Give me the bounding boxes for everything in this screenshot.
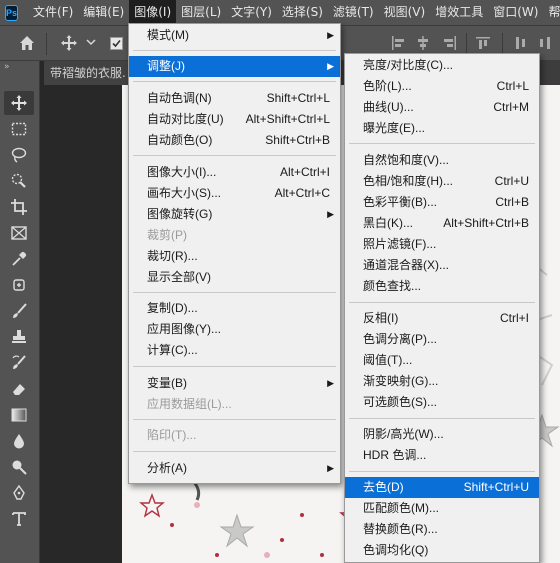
move-tool-icon[interactable] [60,34,78,56]
chevron-down-icon[interactable] [86,36,96,54]
menu-help[interactable]: 帮 [543,0,560,25]
menu-item-match-color[interactable]: 匹配颜色(M)... [345,498,539,519]
menu-file[interactable]: 文件(F) [28,0,78,25]
eraser-tool-icon[interactable] [4,377,34,401]
pen-tool-icon[interactable] [4,481,34,505]
menu-item-replace-color[interactable]: 替换颜色(R)... [345,519,539,540]
eyedropper-tool-icon[interactable] [4,247,34,271]
menu-item-apply-image[interactable]: 应用图像(Y)... [129,319,340,340]
menu-item-auto-tone[interactable]: 自动色调(N) Shift+Ctrl+L [129,88,340,109]
photoshop-logo: Ps [5,4,19,21]
menu-item-auto-contrast[interactable]: 自动对比度(U) Alt+Shift+Ctrl+L [129,109,340,130]
menu-type[interactable]: 文字(Y) [226,0,277,25]
type-tool-icon[interactable] [4,507,34,531]
dodge-tool-icon[interactable] [4,455,34,479]
menu-item-reveal-all[interactable]: 显示全部(V) [129,267,340,288]
menu-item-shadows-highlights[interactable]: 阴影/高光(W)... [345,424,539,445]
menu-item-trap: 陷印(T)... [147,428,197,442]
menu-item-hdr-toning[interactable]: HDR 色调... [345,445,539,466]
brush-tool-icon[interactable] [4,299,34,323]
menu-bar: Ps 文件(F) 编辑(E) 图像(I) 图层(L) 文字(Y) 选择(S) 滤… [0,0,560,25]
menu-item-color-balance[interactable]: 色彩平衡(B)... Ctrl+B [345,192,539,213]
menu-item-brightness-contrast[interactable]: 亮度/对比度(C)... [345,55,539,76]
menu-item-apply-data-set: 应用数据组(L)... [147,397,232,411]
menu-item-black-white[interactable]: 黑白(K)... Alt+Shift+Ctrl+B [345,213,539,234]
menu-item-selective-color[interactable]: 可选颜色(S)... [345,392,539,413]
menu-item-equalize[interactable]: 色调均化(Q) [345,540,539,561]
menu-item-mode[interactable]: 模式(M) ▶ [129,25,340,46]
gradient-tool-icon[interactable] [4,403,34,427]
menu-edit[interactable]: 编辑(E) [78,0,129,25]
menu-view[interactable]: 视图(V) [379,0,431,25]
menu-item-auto-color[interactable]: 自动颜色(O) Shift+Ctrl+B [129,130,340,151]
lasso-tool-icon[interactable] [4,143,34,167]
history-brush-tool-icon[interactable] [4,351,34,375]
menu-item-invert[interactable]: 反相(I) Ctrl+I [345,308,539,329]
menu-item-trim[interactable]: 裁切(R)... [129,246,340,267]
crop-tool-icon[interactable] [4,195,34,219]
menu-item-desaturate[interactable]: 去色(D) Shift+Ctrl+U [345,477,539,498]
menu-item-exposure[interactable]: 曝光度(E)... [345,118,539,139]
menu-image[interactable]: 图像(I) [129,0,177,25]
menu-item-image-rotation[interactable]: 图像旋转(G) ▶ [129,204,340,225]
menu-item-photo-filter[interactable]: 照片滤镜(F)... [345,234,539,255]
healing-brush-tool-icon[interactable] [4,273,34,297]
menu-item-crop: 裁剪(P) [147,228,187,242]
blur-tool-icon[interactable] [4,429,34,453]
quick-selection-tool-icon[interactable] [4,169,34,193]
menu-plugins[interactable]: 增效工具 [430,0,488,25]
menu-item-variables[interactable]: 变量(B) ▶ [129,373,340,394]
menu-item-curves[interactable]: 曲线(U)... Ctrl+M [345,97,539,118]
collapse-panel-icon[interactable]: » [4,62,10,72]
marquee-tool-icon[interactable] [4,117,34,141]
menu-item-adjustments[interactable]: 调整(J) ▶ [129,56,340,77]
menu-filter[interactable]: 滤镜(T) [328,0,379,25]
menu-item-image-size[interactable]: 图像大小(I)... Alt+Ctrl+I [129,162,340,183]
menu-item-color-lookup[interactable]: 颜色查找... [345,276,539,297]
distribute-icon-2[interactable] [538,34,556,56]
menu-item-hue-saturation[interactable]: 色相/饱和度(H)... Ctrl+U [345,171,539,192]
adjustments-submenu: 亮度/对比度(C)... 色阶(L)... Ctrl+L 曲线(U)... Ctrl… [344,53,540,563]
menu-select[interactable]: 选择(S) [277,0,328,25]
clone-stamp-tool-icon[interactable] [4,325,34,349]
menu-item-channel-mixer[interactable]: 通道混合器(X)... [345,255,539,276]
home-icon[interactable] [18,34,36,56]
frame-tool-icon[interactable] [4,221,34,245]
toolbox: » [0,61,40,563]
menu-window[interactable]: 窗口(W) [488,0,543,25]
menu-item-canvas-size[interactable]: 画布大小(S)... Alt+Ctrl+C [129,183,340,204]
menu-item-gradient-map[interactable]: 渐变映射(G)... [345,371,539,392]
image-menu: 模式(M) ▶ 调整(J) ▶ 自动色调(N) Shift+Ctrl+L 自动对比度(… [128,23,341,484]
menu-layer[interactable]: 图层(L) [176,0,226,25]
menu-item-duplicate[interactable]: 复制(D)... [129,298,340,319]
menu-item-vibrance[interactable]: 自然饱和度(V)... [345,150,539,171]
move-tool-icon[interactable] [4,91,34,115]
menu-item-threshold[interactable]: 阈值(T)... [345,350,539,371]
auto-select-checkbox[interactable] [110,36,123,54]
menu-item-analysis[interactable]: 分析(A) ▶ [129,458,340,479]
menu-item-calculations[interactable]: 计算(C)... [129,340,340,361]
menu-item-levels[interactable]: 色阶(L)... Ctrl+L [345,76,539,97]
menu-item-posterize[interactable]: 色调分离(P)... [345,329,539,350]
